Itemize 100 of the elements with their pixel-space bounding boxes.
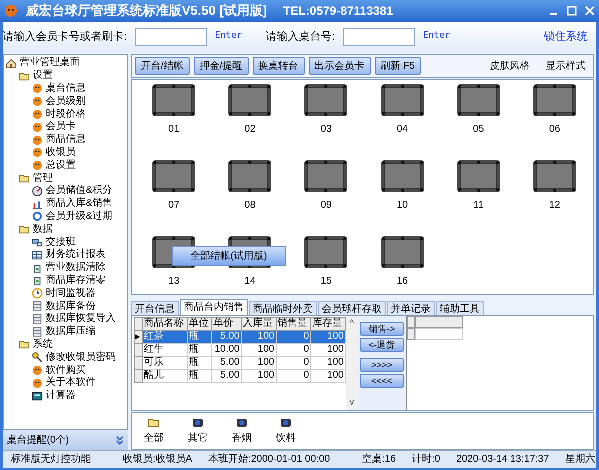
product-row[interactable]: 红牛 瓶 10.00 100 0 100 [134, 344, 346, 356]
close-icon[interactable] [585, 6, 595, 16]
tree-item[interactable]: 数据库备份 [46, 302, 96, 312]
transfer-button[interactable]: <-退货 [360, 338, 404, 352]
tree-item[interactable]: 软件购买 [46, 366, 86, 376]
menu-item[interactable]: 显示样式 [546, 58, 586, 74]
scrollbar[interactable]: ^ v [346, 316, 358, 410]
column-header[interactable]: 销售量 [276, 318, 311, 330]
tree-item[interactable]: 时间监视器 [46, 288, 96, 299]
reminder-label: 桌台提醒(0个) [7, 434, 70, 448]
scroll-down-arrow[interactable]: v [350, 396, 354, 409]
context-menu[interactable]: 全部结帐(试用版) [172, 246, 286, 266]
tree-item[interactable]: 交接班 [46, 238, 76, 248]
menu-item[interactable]: 皮肤风格 [490, 58, 530, 74]
tree-item[interactable]: 会员级别 [46, 96, 86, 107]
tree-item[interactable]: 收银员 [46, 148, 76, 158]
status-text: 本班开始:2000-01-01 00:00 [208, 452, 330, 467]
tree-item[interactable]: 数据库压缩 [46, 327, 96, 338]
pool-table-icon[interactable] [532, 84, 577, 117]
tree-item[interactable]: 系统 [33, 340, 53, 350]
camera-icon [280, 417, 292, 429]
pool-table-icon[interactable] [380, 160, 425, 193]
tree-item[interactable]: 会员储值&积分 [46, 186, 113, 196]
pool-table-icon[interactable] [456, 160, 501, 193]
refresh-icon [32, 211, 43, 222]
tree-item[interactable]: 关于本软件 [46, 378, 96, 388]
toolbar-button[interactable]: 出示会员卡 [308, 57, 371, 75]
toolbar-button[interactable]: 押金/提醒 [194, 57, 249, 75]
pool-table-icon[interactable] [456, 84, 501, 117]
table-cell: 瓶 [188, 370, 212, 382]
expand-chevron-icon[interactable] [116, 436, 124, 444]
toolbar-button[interactable]: 开台/结帐 [135, 57, 190, 75]
card-field[interactable] [135, 28, 208, 46]
status-text: 标准版无灯控功能 [11, 452, 91, 467]
product-row[interactable]: 酷儿 瓶 5.00 100 0 100 [134, 370, 346, 382]
category-item[interactable]: 其它 [188, 431, 208, 446]
tree-item[interactable]: 营业数据清除 [46, 263, 106, 274]
column-header[interactable]: 单价 [212, 318, 242, 330]
tree-item[interactable]: 时段价格 [46, 110, 86, 120]
product-row[interactable]: 可乐 瓶 5.00 100 0 100 [134, 356, 346, 370]
tab[interactable]: 会员球杆存取 [318, 301, 386, 315]
pool-table-icon[interactable] [304, 236, 348, 269]
tab[interactable]: 并单记录 [387, 301, 435, 315]
tree-item[interactable]: 管理 [33, 174, 53, 184]
folder-icon [19, 224, 30, 236]
enter-link[interactable]: Enter [215, 30, 242, 44]
tab[interactable]: 商品临时外卖 [249, 301, 317, 315]
table-number-label: 请输入桌台号: [266, 30, 336, 45]
lock-system-link[interactable]: 锁住系统 [544, 28, 588, 46]
pool-table-icon[interactable] [304, 84, 348, 117]
pool-table-icon[interactable] [380, 84, 425, 117]
status-text: 空桌:16 [362, 452, 396, 467]
tree-item[interactable]: 数据 [33, 224, 53, 235]
table-number: 09 [320, 201, 332, 211]
maximize-icon[interactable] [567, 6, 577, 16]
toolbar-button[interactable]: 换桌转台 [252, 57, 305, 75]
tree-item[interactable]: 商品入库&销售 [46, 199, 113, 210]
category-item[interactable]: 香烟 [232, 431, 252, 446]
table-cell: 100 [241, 370, 276, 382]
tree-item[interactable]: 商品信息 [46, 135, 86, 146]
transfer-button[interactable]: <<<< [360, 374, 404, 388]
pool-table-icon[interactable] [380, 236, 425, 269]
enter-link[interactable]: Enter [423, 30, 450, 44]
tree-item[interactable]: 商品库存清零 [46, 276, 106, 286]
status-text: 计时:0 [412, 452, 440, 467]
transfer-button[interactable]: >>>> [360, 358, 404, 372]
bin-icon [32, 275, 43, 286]
tree-item[interactable]: 营业管理桌面 [20, 58, 80, 68]
tree-item[interactable]: 会员升级&过期 [46, 212, 113, 222]
tree-item[interactable]: 计算器 [46, 391, 76, 402]
transfer-button[interactable]: 销售-> [360, 322, 404, 336]
tree-item[interactable]: 数据库恢复导入 [46, 314, 116, 324]
column-header[interactable]: 商品名称 [142, 318, 188, 330]
tab[interactable]: 开台信息 [131, 301, 179, 315]
tab[interactable]: 辅助工具 [436, 301, 484, 315]
pool-table-icon[interactable] [228, 160, 272, 193]
table-number-field[interactable] [343, 28, 416, 46]
column-header[interactable]: 库存量 [310, 318, 346, 330]
pool-table-icon[interactable] [532, 160, 577, 193]
status-text: 星期六 [565, 452, 596, 467]
tree-item[interactable]: 设置 [33, 71, 53, 82]
tree-item[interactable]: 总设置 [46, 160, 76, 171]
category-item[interactable]: 饮料 [276, 431, 296, 446]
category-item[interactable]: 全部 [144, 431, 164, 446]
tree-item[interactable]: 修改收银员密码 [46, 352, 116, 363]
column-header[interactable]: 入库量 [241, 318, 276, 330]
table-number: 16 [397, 277, 408, 287]
scroll-up-arrow[interactable]: ^ [350, 317, 354, 330]
toolbar-button[interactable]: 刷新 F5 [374, 57, 422, 75]
pool-table-icon[interactable] [152, 160, 196, 193]
column-header[interactable]: 单位 [188, 318, 212, 330]
pool-table-icon[interactable] [152, 84, 196, 117]
tree-item[interactable]: 会员卡 [46, 122, 76, 132]
pool-table-icon[interactable] [304, 160, 348, 193]
tab[interactable]: 商品台内销售 [180, 299, 248, 315]
row-header [407, 328, 415, 340]
tree-item[interactable]: 桌台信息 [46, 84, 86, 94]
pool-table-icon[interactable] [228, 84, 272, 117]
smiley-icon [32, 365, 43, 376]
tree-item[interactable]: 财务统计报表 [46, 250, 106, 260]
